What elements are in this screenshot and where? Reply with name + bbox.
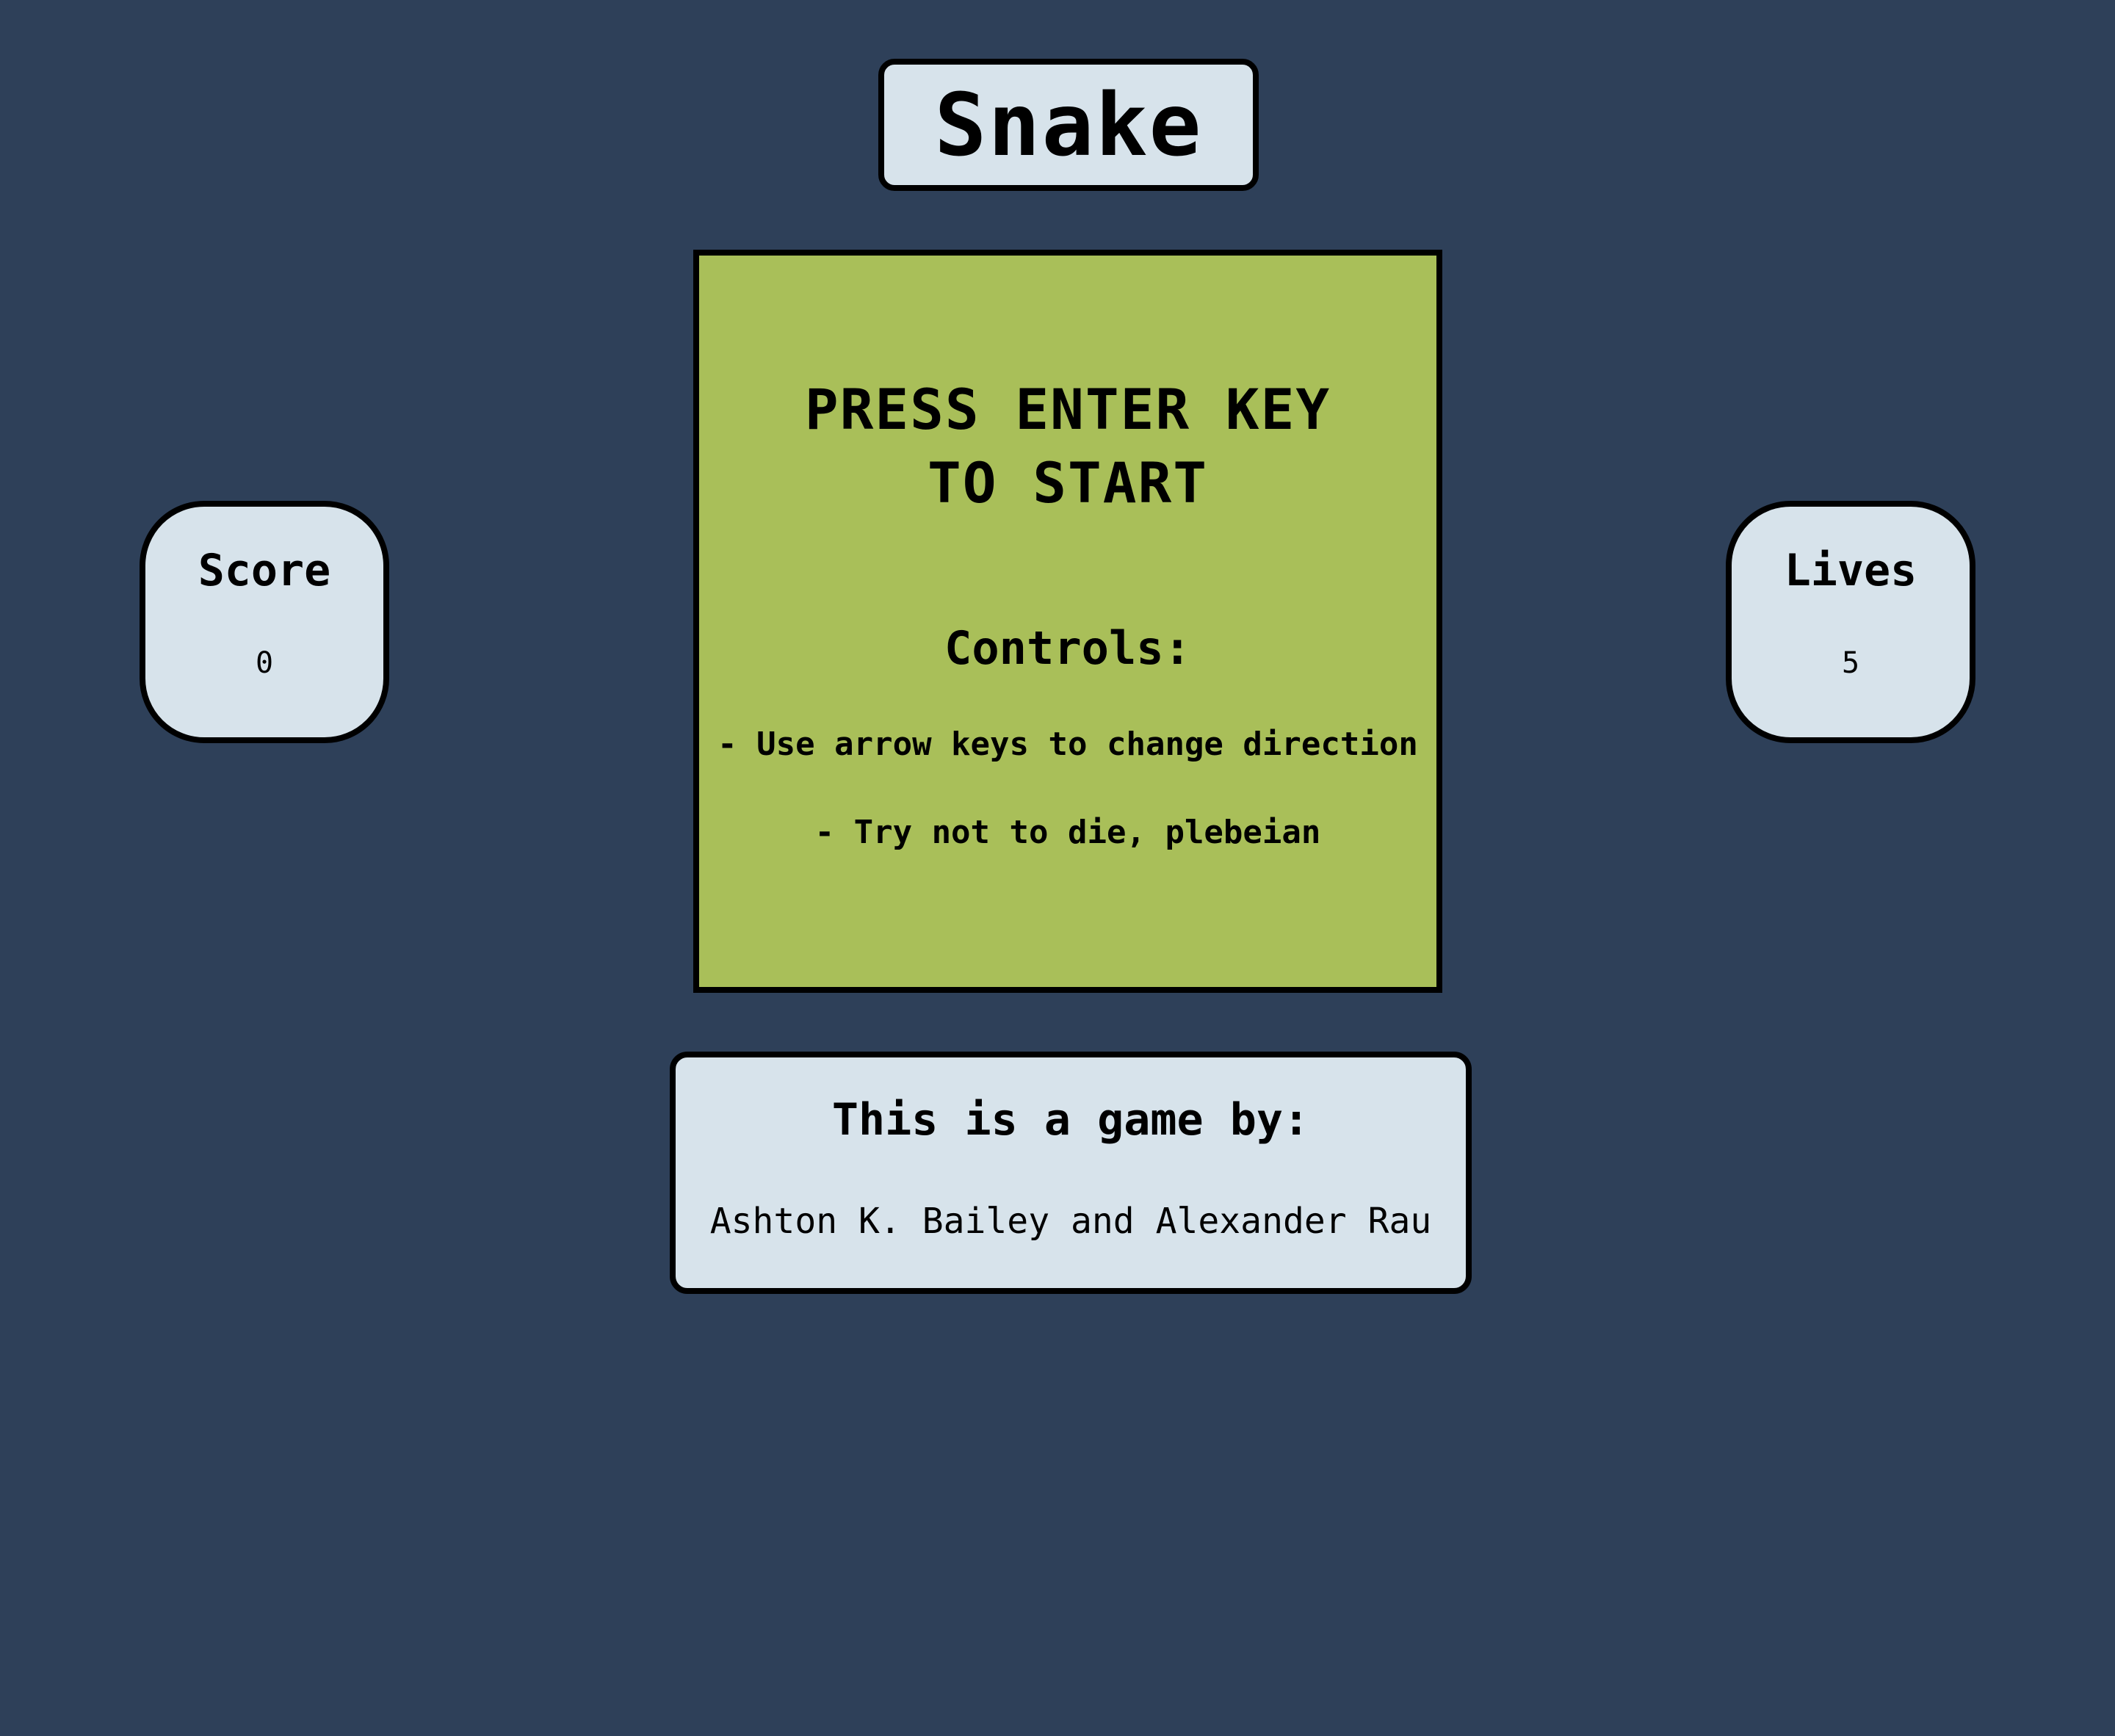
lives-label: Lives — [1784, 545, 1917, 596]
score-label: Score — [198, 545, 331, 596]
control-instruction: - Use arrow keys to change direction — [717, 726, 1418, 763]
lives-panel: Lives 5 — [1726, 501, 1975, 743]
lives-value: 5 — [1841, 646, 1860, 680]
credits-authors: Ashton K. Bailey and Alexander Rau — [709, 1201, 1432, 1242]
control-instruction: - Try not to die, plebeian — [814, 814, 1321, 851]
score-value: 0 — [255, 646, 274, 680]
credits-panel: This is a game by: Ashton K. Bailey and … — [670, 1052, 1472, 1294]
title-panel: Snake — [878, 59, 1259, 191]
game-board[interactable]: PRESS ENTER KEY TO START Controls: - Use… — [693, 250, 1442, 993]
credits-heading: This is a game by: — [831, 1094, 1310, 1146]
game-title: Snake — [934, 74, 1203, 176]
start-prompt-line-1: PRESS ENTER KEY — [804, 377, 1331, 442]
score-panel: Score 0 — [140, 501, 389, 743]
controls-heading: Controls: — [944, 621, 1191, 675]
start-prompt-line-2: TO START — [927, 450, 1209, 516]
